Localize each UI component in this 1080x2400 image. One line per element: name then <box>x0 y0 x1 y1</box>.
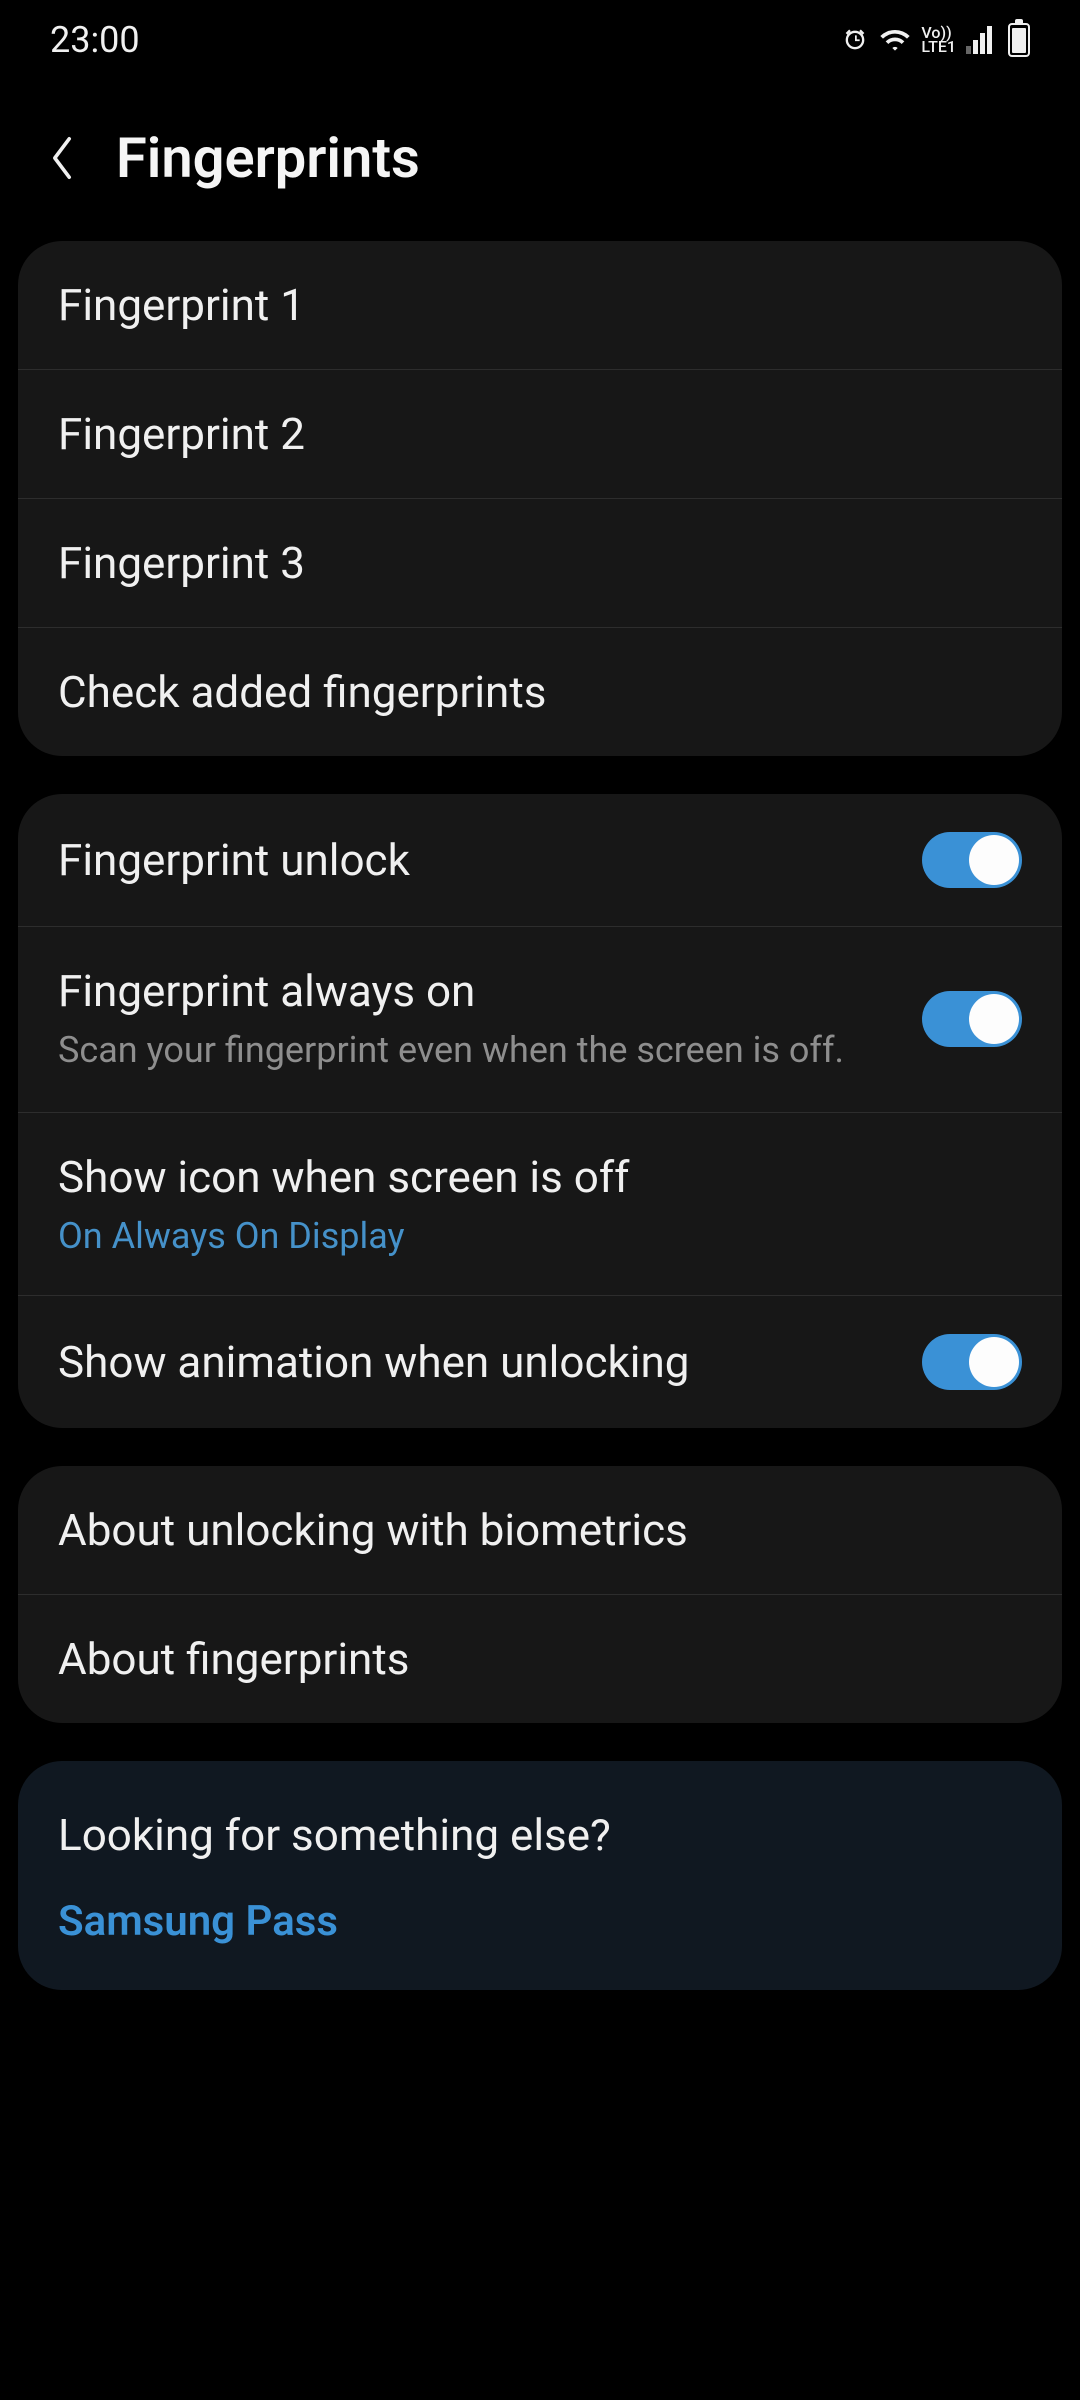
item-label: About unlocking with biometrics <box>58 1504 688 1556</box>
about-fingerprints-item[interactable]: About fingerprints <box>18 1595 1062 1723</box>
status-bar: 23:00 Vo)) LTE1 <box>0 0 1080 80</box>
fingerprint-unlock-item[interactable]: Fingerprint unlock <box>18 794 1062 927</box>
show-animation-toggle[interactable] <box>922 1334 1022 1390</box>
page-header: Fingerprints <box>0 80 1080 241</box>
fingerprint-2-item[interactable]: Fingerprint 2 <box>18 370 1062 499</box>
fingerprint-always-on-toggle[interactable] <box>922 991 1022 1047</box>
show-animation-unlock-item[interactable]: Show animation when unlocking <box>18 1296 1062 1428</box>
item-label: Show animation when unlocking <box>58 1336 902 1388</box>
status-icons: Vo)) LTE1 <box>841 23 1030 57</box>
item-label: Fingerprint 2 <box>58 408 305 460</box>
about-card: About unlocking with biometrics About fi… <box>18 1466 1062 1723</box>
fingerprint-3-item[interactable]: Fingerprint 3 <box>18 499 1062 628</box>
signal-icon <box>966 26 992 54</box>
item-label: Fingerprint always on <box>58 965 902 1017</box>
item-label: Fingerprint unlock <box>58 834 902 886</box>
footer-card: Looking for something else? Samsung Pass <box>18 1761 1062 1990</box>
page-title: Fingerprints <box>116 125 420 191</box>
lte-indicator: Vo)) LTE1 <box>921 26 956 55</box>
item-label: Fingerprint 1 <box>58 279 305 331</box>
samsung-pass-link[interactable]: Samsung Pass <box>58 1897 1022 1946</box>
item-label: Show icon when screen is off <box>58 1151 1022 1203</box>
check-added-fingerprints-item[interactable]: Check added fingerprints <box>18 628 1062 756</box>
fingerprint-unlock-toggle[interactable] <box>922 832 1022 888</box>
item-label: Check added fingerprints <box>58 666 546 718</box>
item-label: Fingerprint 3 <box>58 537 305 589</box>
status-time: 23:00 <box>50 19 140 61</box>
battery-icon <box>1002 23 1030 57</box>
wifi-icon <box>879 26 911 54</box>
alarm-icon <box>841 26 869 54</box>
back-button[interactable] <box>40 136 84 180</box>
item-subtitle: Scan your fingerprint even when the scre… <box>58 1027 902 1074</box>
fingerprint-always-on-item[interactable]: Fingerprint always on Scan your fingerpr… <box>18 927 1062 1113</box>
item-label: About fingerprints <box>58 1633 409 1685</box>
fingerprint-list-card: Fingerprint 1 Fingerprint 2 Fingerprint … <box>18 241 1062 756</box>
about-biometrics-item[interactable]: About unlocking with biometrics <box>18 1466 1062 1595</box>
show-icon-screen-off-item[interactable]: Show icon when screen is off On Always O… <box>18 1113 1062 1296</box>
footer-title: Looking for something else? <box>58 1809 1022 1861</box>
fingerprint-1-item[interactable]: Fingerprint 1 <box>18 241 1062 370</box>
fingerprint-settings-card: Fingerprint unlock Fingerprint always on… <box>18 794 1062 1428</box>
item-subtitle-link: On Always On Display <box>58 1215 1022 1257</box>
